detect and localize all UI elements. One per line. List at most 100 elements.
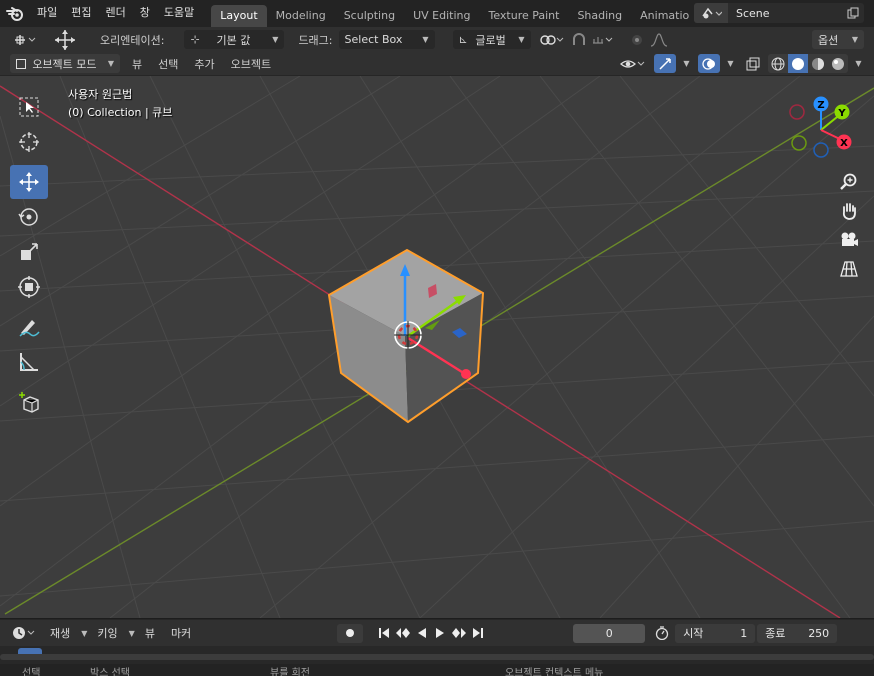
scene-selector[interactable]: Scene	[694, 3, 864, 23]
timeline-header: 재생 ▼ 키잉 ▼ 뷰 마커 0 시작 1 종료 250	[0, 619, 874, 646]
material-shading-icon[interactable]	[808, 54, 828, 73]
overlay-toggle-icon[interactable]	[698, 54, 720, 73]
status-bar: 선택 박스 선택 뷰를 회전 오브젝트 컨텍스트 메뉴	[0, 664, 874, 676]
play-icon[interactable]	[431, 624, 449, 643]
menu-object[interactable]: 오브젝트	[225, 56, 277, 72]
stopwatch-icon[interactable]	[651, 624, 673, 643]
current-frame-field[interactable]: 0	[573, 623, 646, 643]
chevron-down-icon: ▼	[107, 59, 114, 68]
timeline-scrollbar[interactable]	[0, 654, 874, 660]
x-axis-label: X	[840, 138, 848, 149]
proportional-edit-icon[interactable]	[627, 30, 647, 49]
drag-label: 드래그:	[298, 33, 333, 47]
next-keyframe-icon[interactable]	[449, 624, 469, 643]
menu-marker[interactable]: 마커	[165, 625, 197, 641]
prev-keyframe-icon[interactable]	[393, 624, 413, 643]
chevron-down-icon: ▼	[128, 628, 135, 638]
menu-help[interactable]: 도움말	[157, 0, 201, 27]
rotate-icon[interactable]	[10, 200, 48, 234]
workspace-tabs: Layout Modeling Sculpting UV Editing Tex…	[211, 0, 698, 27]
view-name: 사용자 원근법	[68, 88, 133, 101]
orientation-value: 기본 값	[216, 33, 251, 47]
menu-file[interactable]: 파일	[30, 0, 64, 27]
start-frame-field[interactable]: 시작 1	[675, 623, 756, 643]
neg-x-handle[interactable]	[789, 104, 805, 120]
scale-icon[interactable]	[10, 235, 48, 269]
menu-edit[interactable]: 편집	[64, 0, 98, 27]
object-mode-icon	[16, 58, 26, 69]
shading-dropdown-icon[interactable]: ▼	[848, 54, 864, 73]
menu-select[interactable]: 선택	[152, 56, 184, 72]
select-box-icon[interactable]	[10, 90, 48, 124]
transform-pivot-icon[interactable]	[10, 30, 40, 49]
camera-icon[interactable]	[835, 226, 863, 254]
cursor-icon[interactable]	[10, 125, 48, 159]
tab-uv-editing[interactable]: UV Editing	[404, 5, 479, 27]
menu-add[interactable]: 추가	[188, 56, 220, 72]
copy-scene-icon[interactable]	[842, 3, 864, 23]
tab-modeling[interactable]: Modeling	[267, 5, 335, 27]
tab-animation[interactable]: Animatio	[631, 5, 698, 27]
move-tool-icon[interactable]	[50, 29, 80, 50]
top-menu-bar: 파일 편집 렌더 창 도움말 Layout Modeling Sculpting…	[0, 0, 874, 27]
drag-value: Select Box	[344, 33, 403, 46]
overlay-dropdown-icon[interactable]: ▼	[720, 54, 736, 73]
neg-y-handle[interactable]	[791, 135, 807, 151]
timeline-area[interactable]	[0, 646, 874, 664]
orientation-dropdown[interactable]: ⊹ 기본 값 ▼	[184, 30, 285, 49]
status-rotate-view: 뷰를 회전	[270, 668, 310, 676]
tab-shading[interactable]: Shading	[568, 5, 631, 27]
neg-z-handle[interactable]	[813, 142, 829, 158]
blender-logo-icon[interactable]	[0, 0, 30, 27]
tool-settings-header: 오리엔테이션: ⊹ 기본 값 ▼ 드래그: Select Box ▼ ⊾ 글로벌…	[0, 27, 874, 52]
menu-keying[interactable]: 키잉	[91, 625, 123, 641]
scene-icon[interactable]	[694, 3, 728, 23]
menu-render[interactable]: 렌더	[99, 0, 133, 27]
gizmo-toggle-icon[interactable]	[654, 54, 676, 73]
snap-icon[interactable]	[569, 30, 589, 49]
mode-value: 오브젝트 모드	[32, 57, 97, 71]
hand-pan-icon[interactable]	[835, 197, 863, 225]
menu-view[interactable]: 뷰	[126, 56, 148, 72]
menu-timeline-view[interactable]: 뷰	[139, 625, 161, 641]
move-icon[interactable]	[10, 165, 48, 199]
chevron-down-icon: ▼	[422, 35, 429, 44]
record-keyframe-icon[interactable]	[337, 623, 364, 643]
start-value: 1	[740, 626, 748, 640]
play-reverse-icon[interactable]	[413, 624, 431, 643]
wireframe-shading-icon[interactable]	[768, 54, 788, 73]
chevron-down-icon: ▼	[81, 628, 88, 638]
grid-ortho-icon[interactable]	[835, 255, 863, 283]
transform-icon[interactable]	[10, 270, 48, 304]
jump-start-icon[interactable]	[375, 624, 393, 643]
options-dropdown[interactable]: 옵션 ▼	[812, 30, 864, 49]
annotate-icon[interactable]	[10, 310, 48, 344]
mode-dropdown[interactable]: 오브젝트 모드 ▼	[10, 54, 120, 73]
measure-icon[interactable]	[10, 345, 48, 379]
pivot-point-icon[interactable]	[537, 30, 567, 49]
transform-orientation-dropdown[interactable]: ⊾ 글로벌 ▼	[452, 30, 531, 49]
zoom-icon[interactable]	[835, 168, 863, 196]
end-frame-field[interactable]: 종료 250	[757, 623, 838, 643]
menu-window[interactable]: 창	[133, 0, 157, 27]
3d-viewport[interactable]: 사용자 원근법 (0) Collection | 큐브 Z Y X	[0, 76, 874, 618]
add-cube-icon[interactable]	[10, 385, 48, 419]
tab-layout[interactable]: Layout	[211, 5, 267, 27]
rendered-shading-icon[interactable]	[828, 54, 848, 73]
jump-end-icon[interactable]	[469, 624, 487, 643]
gizmo-dropdown-icon[interactable]: ▼	[676, 54, 692, 73]
tab-sculpting[interactable]: Sculpting	[335, 5, 404, 27]
snap-target-icon[interactable]	[589, 30, 617, 49]
orientation-icon: ⊹	[190, 33, 200, 46]
scene-name[interactable]: Scene	[728, 7, 842, 20]
status-box-select: 박스 선택	[90, 668, 130, 676]
falloff-icon[interactable]	[647, 30, 671, 49]
solid-shading-icon[interactable]	[788, 54, 808, 73]
navigation-gizmo[interactable]: Z Y X	[782, 90, 866, 163]
menu-playback[interactable]: 재생	[44, 625, 76, 641]
editor-type-icon[interactable]	[10, 624, 38, 643]
tab-texture-paint[interactable]: Texture Paint	[479, 5, 568, 27]
drag-dropdown[interactable]: Select Box ▼	[338, 30, 435, 49]
visibility-eye-icon[interactable]	[618, 54, 648, 73]
xray-toggle-icon[interactable]	[742, 54, 764, 73]
